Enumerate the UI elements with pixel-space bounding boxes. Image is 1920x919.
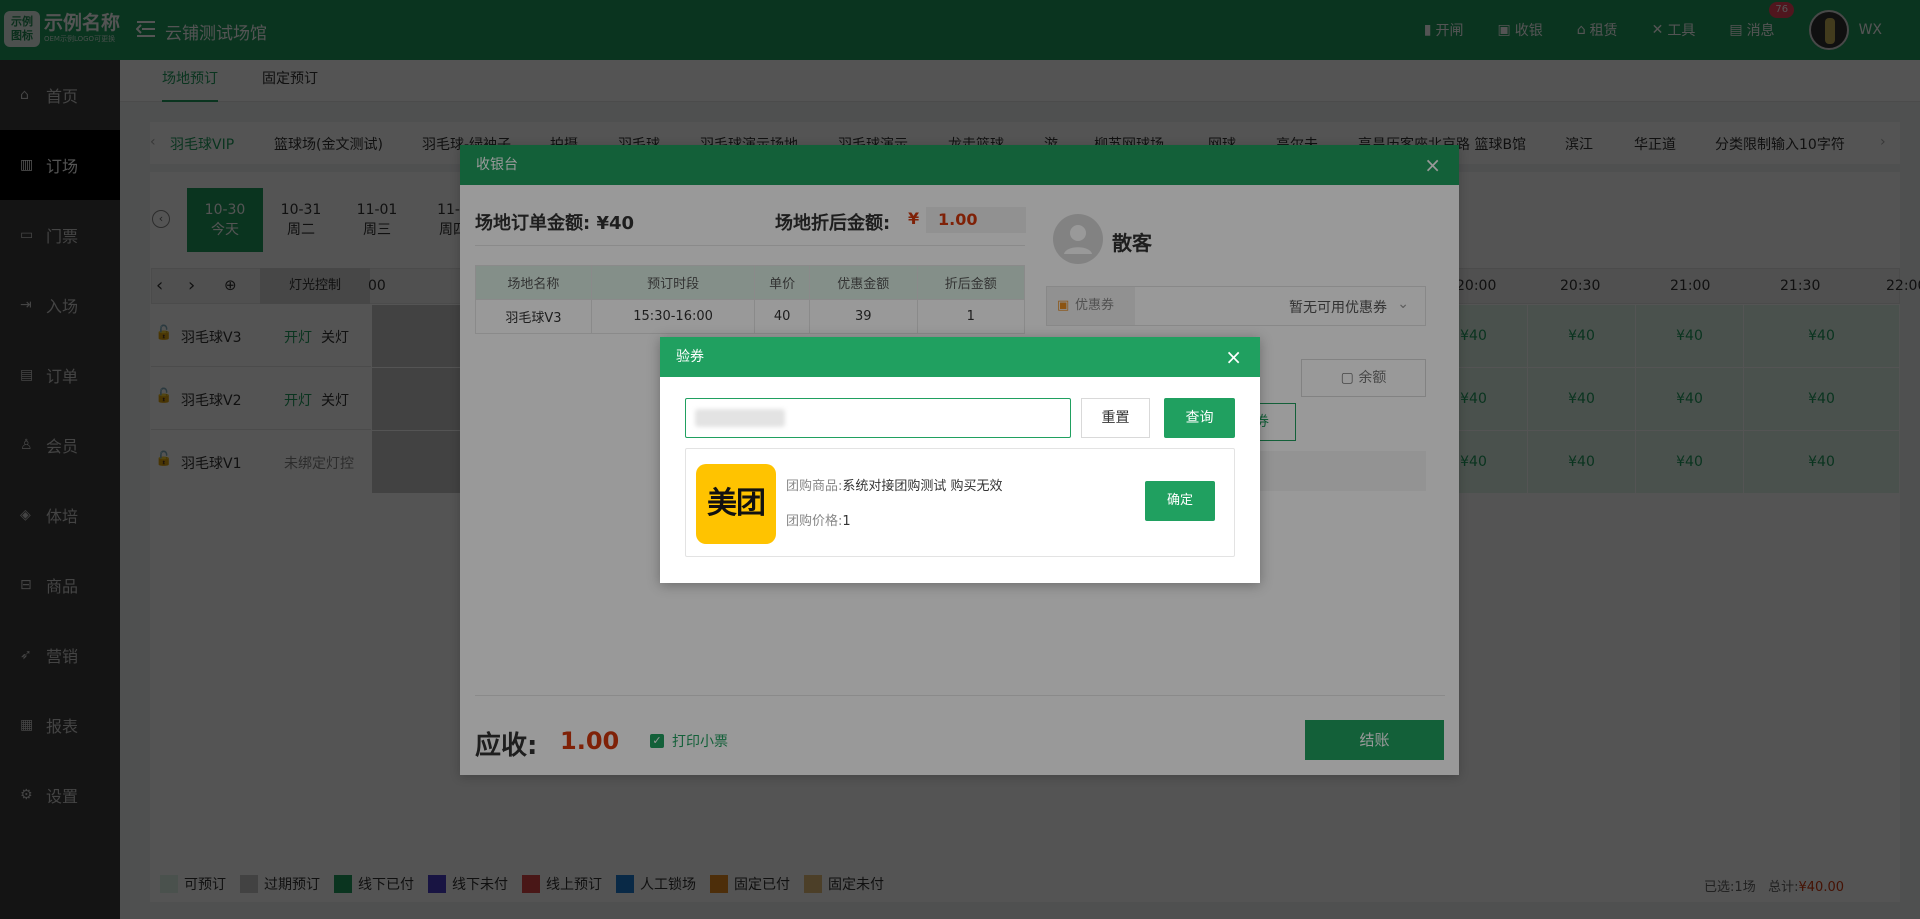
dialog-title: 验券 [676,349,704,365]
price-label: 团购价格: [786,514,843,529]
voucher-dialog-header: 验券 × [660,337,1260,377]
product-value: 系统对接团购测试 购买无效 [842,479,1003,494]
reset-button[interactable]: 重置 [1081,398,1150,438]
price-value: 1 [842,514,851,529]
confirm-button[interactable]: 确定 [1145,481,1215,521]
group-buy-price: 团购价格:1 [786,510,851,529]
query-button[interactable]: 查询 [1164,398,1235,438]
close-icon[interactable]: × [1225,337,1242,377]
group-buy-product: 团购商品:系统对接团购测试 购买无效 [786,475,1003,494]
meituan-logo: 美团 [696,464,776,544]
product-label: 团购商品: [786,479,843,494]
voucher-dialog: 验券 × 重置 查询 美团 团购商品:系统对接团购测试 购买无效 团购价格:1 … [660,337,1260,583]
redacted-code [695,409,785,427]
group-buy-card: 美团 团购商品:系统对接团购测试 购买无效 团购价格:1 确定 [685,448,1235,557]
